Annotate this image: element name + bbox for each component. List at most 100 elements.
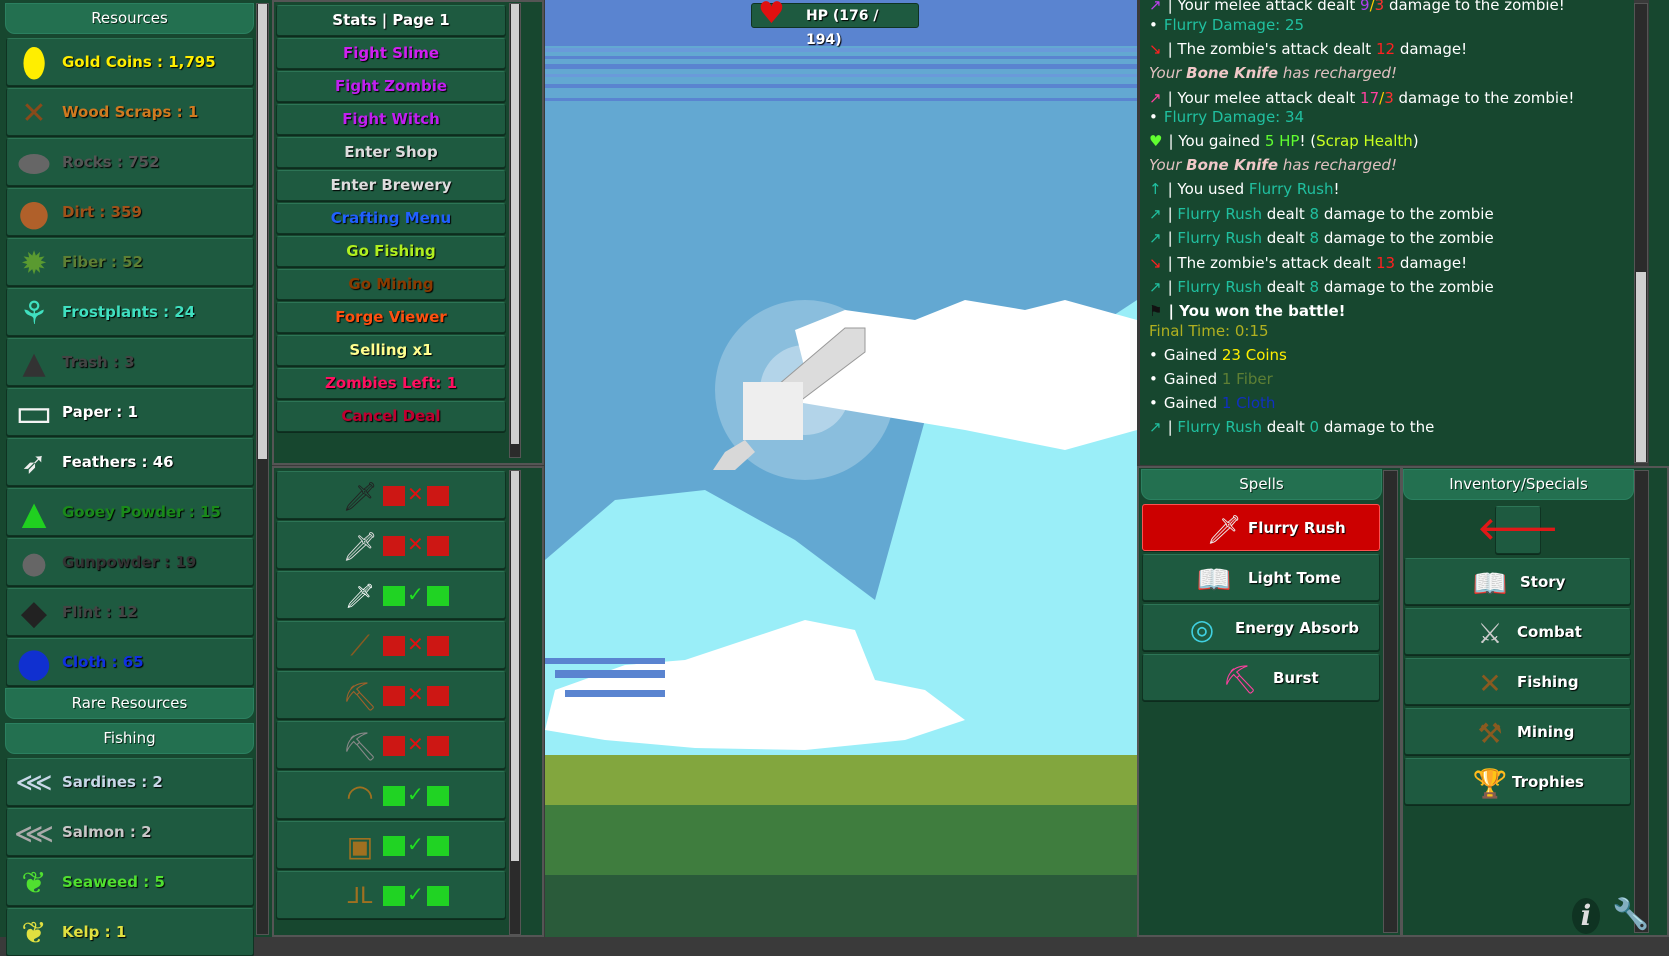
equipment-scrollbar[interactable] [509,470,521,935]
spells-scrollbar[interactable] [1383,470,1398,933]
action-button[interactable]: Enter Brewery [276,170,506,201]
fish-row[interactable]: ❦ Kelp : 1 [6,908,254,956]
inventory-header[interactable]: Inventory/Specials [1403,469,1634,500]
log-text: 8 [1309,278,1320,296]
log-text: damage to the zombie [1319,229,1494,247]
spell-button[interactable]: 📖 Light Tome [1142,554,1380,601]
resource-row[interactable]: ▲ Trash : 3 [6,338,254,386]
resource-row[interactable]: ⬬ Rocks : 752 [6,138,254,186]
equipment-row[interactable]: ⅃L ✓ [276,871,506,919]
log-text: Your [1149,156,1187,174]
spell-button[interactable]: ◎ Energy Absorb [1142,604,1380,651]
resources-scrollbar-thumb[interactable] [258,4,267,459]
equipment-row[interactable]: 🗡 ✕ [276,521,506,569]
resource-label: Rocks : 752 [62,153,160,171]
log-text: 0 [1309,418,1320,436]
resource-row[interactable]: ● Cloth : 65 [6,638,254,686]
actions-scrollbar[interactable] [509,3,521,458]
resource-row[interactable]: ✹ Fiber : 52 [6,238,254,286]
log-entry-icon: ↘ [1149,40,1162,58]
log-entry: ↗ | Flurry Rush dealt 0 damage to the [1149,418,1434,436]
resource-row[interactable]: ✕ Wood Scraps : 1 [6,88,254,136]
inventory-button[interactable]: ✕ Fishing [1404,658,1631,705]
log-text: Final Time: 0:15 [1149,322,1269,340]
log-text: dealt [1262,418,1310,436]
action-button[interactable]: Selling x1 [276,335,506,366]
inventory-button[interactable]: 📖 Story [1404,558,1631,605]
action-button[interactable]: Stats | Page 1 [276,5,506,36]
resources-header[interactable]: Resources [5,3,254,34]
resource-label: Fiber : 52 [62,253,144,271]
log-entry: ♥ | You gained 5 HP! (Scrap Health) [1149,132,1419,150]
kelp-icon: ❦ [21,915,47,951]
equipment-row[interactable]: ⛏ ✕ [276,721,506,769]
battle-log: ↗ | Your melee attack dealt 9/3 damage to… [1140,0,1634,465]
equipment-row[interactable]: ⟋ ✕ [276,621,506,669]
resource-row[interactable]: ⬮ Gold Coins : 1,795 [6,38,254,86]
action-button[interactable]: Fight Slime [276,38,506,69]
equipment-row[interactable]: ▣ ✓ [276,821,506,869]
resource-row[interactable]: ▲ Gooey Powder : 15 [6,488,254,536]
log-text: damage to the zombie [1319,278,1494,296]
resource-row[interactable]: ◆ Flint : 12 [6,588,254,636]
leather-helmet-icon: ◠ [346,777,374,815]
fish-row[interactable]: ❦ Seaweed : 5 [6,858,254,906]
cross-icon: ✕ [407,532,424,556]
spell-button[interactable]: 🗡 Flurry Rush [1142,504,1380,551]
salmon-icon: ⋘ [14,816,54,850]
resource-row[interactable]: ⚘ Frostplants : 24 [6,288,254,336]
log-scrollbar-thumb[interactable] [1636,272,1646,462]
info-icon[interactable]: i [1572,898,1600,934]
action-button[interactable]: Crafting Menu [276,203,506,234]
log-scrollbar[interactable] [1634,3,1648,463]
inventory-label: Story [1520,573,1566,591]
inventory-button[interactable]: 🏆 Trophies [1404,758,1631,805]
fish-row[interactable]: ⋘ Sardines : 2 [6,758,254,806]
resource-label: Gunpowder : 19 [62,553,197,571]
resource-label: Frostplants : 24 [62,303,196,321]
inventory-button[interactable]: ⚒ Mining [1404,708,1631,755]
action-button[interactable]: Enter Shop [276,137,506,168]
equipment-row[interactable]: 🗡 ✓ [276,571,506,619]
action-button[interactable]: Forge Viewer [276,302,506,333]
log-text: 9 [1360,0,1370,14]
log-entry-icon: ↗ [1149,229,1162,247]
action-button[interactable]: Zombies Left: 1 [276,368,506,399]
resources-scrollbar[interactable] [256,3,269,935]
fish-row[interactable]: ⋘ Salmon : 2 [6,808,254,856]
action-button[interactable]: Fight Zombie [276,71,506,102]
log-entry: ↗ | Your melee attack dealt 9/3 damage to… [1149,0,1565,14]
equipment-scrollbar-thumb[interactable] [511,471,519,861]
log-text: 1 Cloth [1221,394,1276,412]
spell-label: Burst [1273,669,1319,687]
resource-row[interactable]: ➶ Feathers : 46 [6,438,254,486]
wrench-icon[interactable]: 🔧 [1612,896,1649,934]
log-entry: ↑ | You used Flurry Rush! [1149,180,1340,198]
inventory-button[interactable]: ⚔ Combat [1404,608,1631,655]
cloth-icon: ● [16,640,52,686]
log-text: 8 [1309,205,1320,223]
log-text: 12 [1375,40,1396,58]
log-text: has recharged! [1278,64,1397,82]
spells-header[interactable]: Spells [1141,469,1382,500]
actions-scrollbar-thumb[interactable] [511,4,519,444]
log-text: 17 [1360,89,1380,107]
rare-resources-header[interactable]: Rare Resources [5,688,254,719]
spell-button[interactable]: ⛏ Burst [1142,654,1380,701]
inventory-scrollbar[interactable] [1634,470,1649,933]
action-button[interactable]: Go Mining [276,269,506,300]
action-button[interactable]: Cancel Deal [276,401,506,432]
log-text: 8 [1309,229,1320,247]
fishing-header[interactable]: Fishing [5,723,254,754]
log-text: 3 [1384,89,1394,107]
equipment-row[interactable]: 🗡 ✕ [276,471,506,519]
log-text: damage! [1395,254,1468,272]
resource-row[interactable]: ▭ Paper : 1 [6,388,254,436]
action-button[interactable]: Go Fishing [276,236,506,267]
back-button[interactable]: 🡐 [1478,506,1558,554]
resource-row[interactable]: ● Dirt : 359 [6,188,254,236]
equipment-row[interactable]: ◠ ✓ [276,771,506,819]
action-button[interactable]: Fight Witch [276,104,506,135]
resource-row[interactable]: ● Gunpowder : 19 [6,538,254,586]
equipment-row[interactable]: ⛏ ✕ [276,671,506,719]
